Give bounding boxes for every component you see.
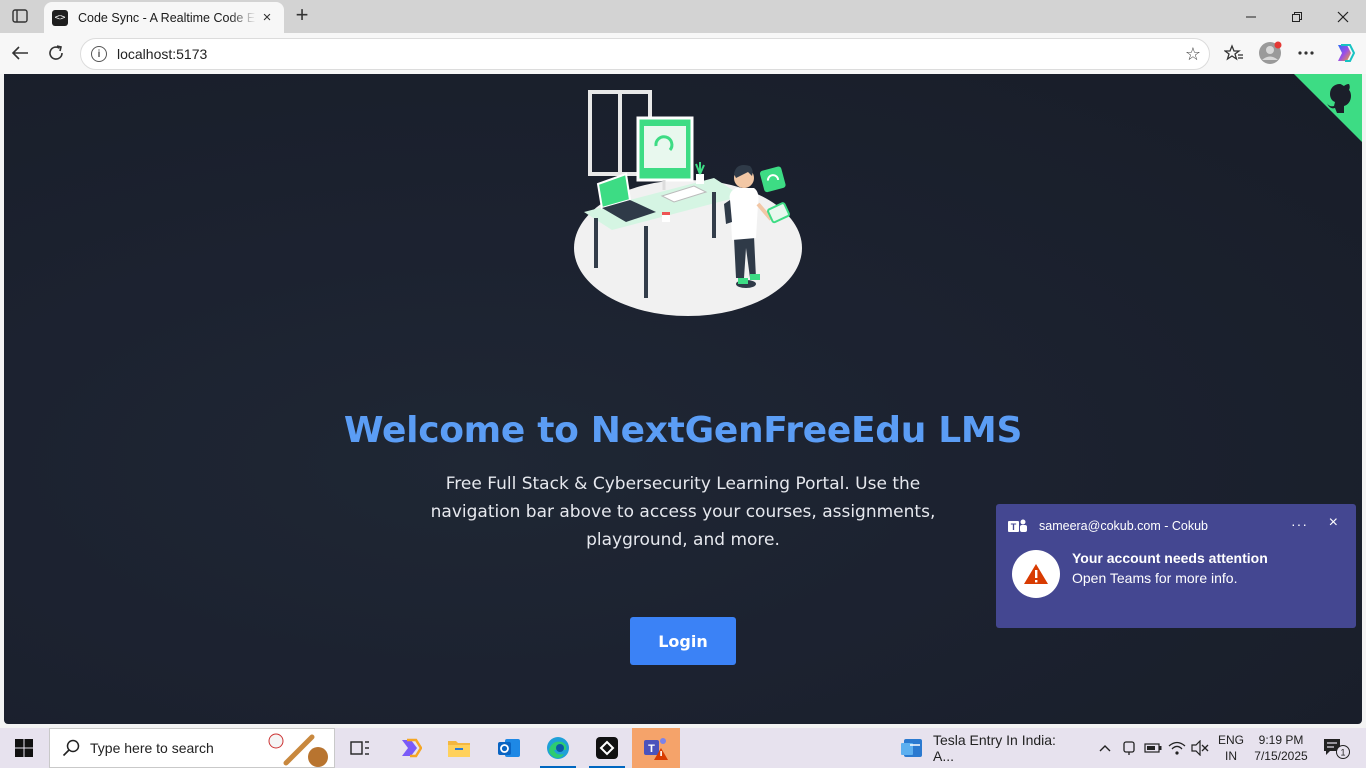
- restore-button[interactable]: [1274, 0, 1320, 33]
- favorite-star-icon[interactable]: ☆: [1185, 44, 1201, 65]
- input-language-indicator[interactable]: ENG IN: [1216, 732, 1246, 764]
- page-title: Welcome to NextGenFreeEdu LMS: [343, 410, 1023, 451]
- svg-text:T: T: [1011, 522, 1017, 532]
- browser-toolbar: i localhost:5173 ☆: [0, 33, 1366, 74]
- tab-title: Code Sync - A Realtime Code Editor: [78, 10, 256, 25]
- clock-time: 9:19 PM: [1258, 733, 1304, 747]
- new-tab-button[interactable]: +: [290, 4, 314, 28]
- minimize-button[interactable]: [1228, 0, 1274, 33]
- code-icon: <>: [52, 9, 68, 26]
- region-code: IN: [1225, 749, 1237, 763]
- start-button[interactable]: [0, 728, 48, 768]
- minimize-icon: [1246, 16, 1256, 17]
- profile-button[interactable]: [1258, 41, 1282, 65]
- edge-icon: [547, 737, 569, 759]
- news-icon: [901, 739, 922, 757]
- taskbar-copilot[interactable]: [386, 728, 434, 768]
- windows-logo-icon: [15, 739, 33, 757]
- notification-more-button[interactable]: ···: [1291, 516, 1308, 532]
- language-code: ENG: [1217, 733, 1244, 747]
- news-headline[interactable]: Tesla Entry In India: A...: [933, 732, 1080, 764]
- taskbar-teams[interactable]: T: [632, 728, 680, 768]
- code-app-icon: [596, 737, 618, 759]
- chevron-up-icon: [1099, 745, 1111, 752]
- copilot-app-icon: [402, 738, 422, 758]
- taskbar-code-app[interactable]: [583, 728, 631, 768]
- address-bar[interactable]: i localhost:5173 ☆: [80, 38, 1210, 70]
- tab-strip: <> Code Sync - A Realtime Code Editor × …: [0, 0, 1366, 33]
- warning-icon: [1012, 550, 1060, 598]
- baseball-search-highlight-icon[interactable]: [266, 731, 330, 767]
- back-button[interactable]: [8, 41, 32, 65]
- search-placeholder[interactable]: Type here to search: [90, 740, 214, 756]
- url-text[interactable]: localhost:5173: [117, 46, 207, 62]
- tab-actions-icon: [12, 9, 28, 23]
- copilot-icon: [1338, 44, 1355, 62]
- notification-title: Your account needs attention: [1072, 550, 1268, 566]
- task-view-button[interactable]: [336, 728, 384, 768]
- search-icon: [62, 739, 80, 757]
- more-dots-icon: [1298, 51, 1314, 55]
- meet-now-icon[interactable]: [1119, 738, 1139, 758]
- windows-taskbar: Type here to search T Tesla Entry In Ind…: [0, 728, 1366, 768]
- taskbar-news-widget[interactable]: Tesla Entry In India: A...: [900, 728, 1080, 768]
- taskbar-file-explorer[interactable]: [435, 728, 483, 768]
- task-view-icon: [350, 741, 369, 755]
- notification-header: T sameera@cokub.com - Cokub: [1008, 518, 1208, 534]
- battery-icon[interactable]: [1143, 738, 1163, 758]
- notification-close-button[interactable]: ×: [1329, 514, 1338, 532]
- tab-actions-button[interactable]: [8, 5, 32, 27]
- close-window-button[interactable]: [1320, 0, 1366, 33]
- page-description: Free Full Stack & Cybersecurity Learning…: [430, 474, 936, 550]
- notification-center-icon: 1: [1324, 739, 1350, 759]
- clock-date: 7/15/2025: [1254, 749, 1308, 763]
- taskbar-search-box[interactable]: Type here to search: [49, 728, 335, 768]
- notification-body: Open Teams for more info.: [1072, 570, 1238, 586]
- tab-close-button[interactable]: ×: [258, 9, 276, 26]
- teams-app-icon: T: [644, 738, 668, 760]
- taskbar-outlook[interactable]: [485, 728, 533, 768]
- github-octocat-icon[interactable]: [1320, 78, 1360, 118]
- refresh-button[interactable]: [44, 41, 68, 65]
- favorites-list-icon: [1224, 44, 1243, 61]
- notification-count-badge: 1: [1340, 748, 1345, 758]
- browser-tab-active[interactable]: <> Code Sync - A Realtime Code Editor ×: [44, 2, 284, 33]
- system-clock[interactable]: 9:19 PM 7/15/2025: [1252, 732, 1310, 764]
- show-hidden-icons-button[interactable]: [1095, 738, 1115, 758]
- favorites-button[interactable]: [1222, 41, 1246, 65]
- restore-icon: [1292, 11, 1302, 22]
- settings-more-button[interactable]: [1294, 41, 1318, 65]
- volume-muted-icon[interactable]: [1190, 738, 1210, 758]
- login-button[interactable]: Login: [630, 617, 736, 665]
- close-icon: [1337, 11, 1349, 22]
- refresh-icon: [49, 45, 63, 60]
- avatar-icon: [1259, 41, 1282, 64]
- notification-source: sameera@cokub.com - Cokub: [1039, 519, 1209, 533]
- developer-workspace-illustration: [574, 90, 802, 316]
- teams-notification[interactable]: T sameera@cokub.com - Cokub ··· × Your a…: [996, 504, 1356, 628]
- svg-text:T: T: [648, 743, 655, 755]
- copilot-button[interactable]: [1332, 41, 1356, 65]
- wifi-icon[interactable]: [1167, 738, 1187, 758]
- site-info-icon[interactable]: i: [91, 46, 107, 62]
- action-center-button[interactable]: 1: [1318, 734, 1354, 762]
- outlook-icon: [498, 739, 520, 757]
- teams-icon: T: [1008, 519, 1027, 532]
- back-arrow-icon: [11, 46, 28, 60]
- folder-icon: [448, 741, 470, 757]
- taskbar-edge[interactable]: [534, 728, 582, 768]
